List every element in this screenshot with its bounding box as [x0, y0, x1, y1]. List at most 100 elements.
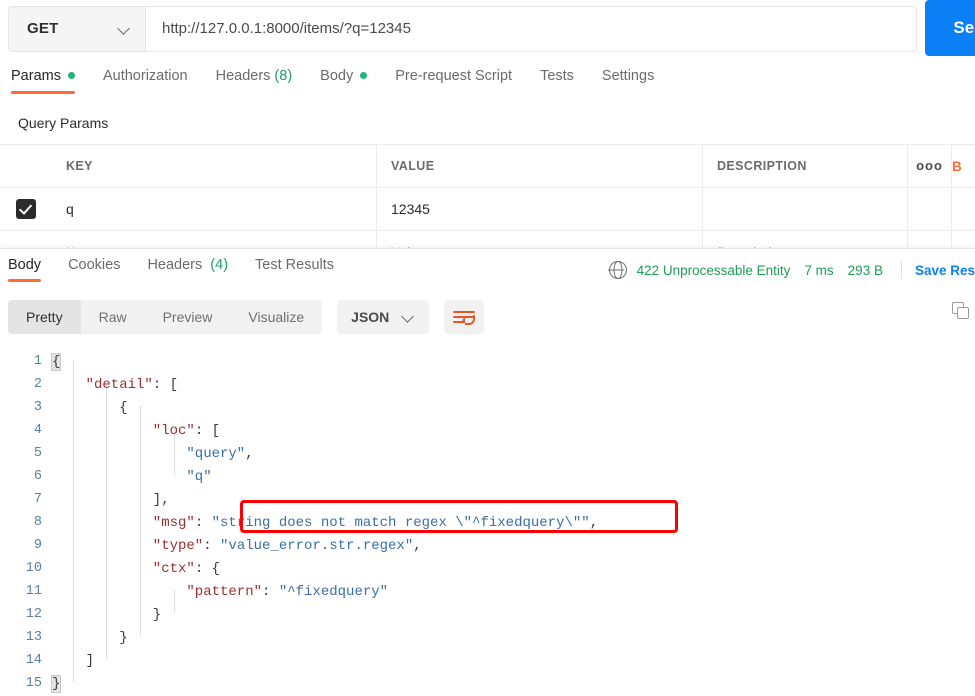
divider [900, 261, 902, 279]
code-token: "value_error.str.regex" [220, 537, 414, 554]
code-line-text: "msg": "string does not match regex \"^f… [52, 515, 598, 531]
response-tab-cookies-label: Cookies [68, 257, 121, 273]
tab-settings[interactable]: Settings [602, 68, 654, 102]
checkbox-checked-icon [16, 199, 36, 219]
bulk-edit-label: B [952, 158, 963, 174]
response-tab-headers[interactable]: Headers (4) [147, 257, 228, 287]
code-token: } [119, 629, 128, 646]
code-token: "^fixedquery" [278, 583, 389, 600]
response-tab-test-results[interactable]: Test Results [255, 257, 334, 287]
column-options-button[interactable]: ooo [908, 145, 952, 187]
row-bulk-cell [952, 188, 975, 230]
http-method-selector[interactable]: GET [8, 5, 145, 52]
code-line-text: "query", [52, 445, 254, 462]
tab-pre-request-script[interactable]: Pre-request Script [395, 68, 512, 102]
view-mode-raw[interactable]: Raw [81, 300, 145, 334]
tab-params[interactable]: Params [11, 68, 75, 102]
response-tab-cookies[interactable]: Cookies [68, 257, 120, 287]
header-checkbox-cell [0, 145, 52, 187]
unsaved-dot-icon [67, 72, 75, 79]
line-number: 8 [33, 515, 42, 530]
code-line-text: } [50, 674, 62, 693]
code-line-text: ] [52, 653, 94, 669]
tab-headers-count: (8) [274, 68, 293, 84]
wrap-icon-line-1 [453, 311, 476, 313]
line-number: 11 [25, 584, 42, 599]
line-number: 7 [33, 492, 42, 507]
code-token: : [ [194, 422, 221, 439]
line-number: 10 [25, 561, 42, 576]
response-body-code[interactable]: 1{2 "detail": [3{4 "loc": [5 "query", 6 "q" 7]… [0, 350, 975, 696]
row-description-input[interactable] [703, 188, 908, 230]
response-tab-body[interactable]: Body [8, 257, 42, 287]
code-token: : [ [152, 376, 179, 393]
code-token: "string does not match regex \"^fixedque… [211, 514, 590, 531]
view-mode-pretty[interactable]: Pretty [8, 300, 81, 334]
globe-icon [608, 261, 627, 279]
code-token: "loc" [152, 422, 195, 439]
postman-window: GET http://127.0.0.1:8000/items/?q=12345… [0, 0, 975, 696]
code-token: : [262, 583, 279, 600]
line-number: 4 [33, 423, 42, 438]
row-value-input[interactable]: 12345 [377, 188, 703, 230]
line-number: 6 [33, 469, 42, 484]
code-line: 8 "msg": "string does not match regex \"^… [0, 511, 975, 534]
view-mode-visualize[interactable]: Visualize [230, 300, 322, 334]
code-token: "msg" [152, 514, 195, 531]
code-token: : [203, 537, 221, 554]
code-line-text: { [50, 352, 62, 371]
line-number: 15 [25, 676, 42, 691]
code-token: "pattern" [186, 583, 263, 600]
table-header-row: KEY VALUE DESCRIPTION ooo B [0, 145, 975, 188]
line-number: 1 [33, 354, 42, 369]
table-row: q 12345 [0, 188, 975, 231]
tab-authorization[interactable]: Authorization [103, 68, 188, 102]
save-response-button[interactable]: Save Res [915, 263, 975, 278]
column-header-value: VALUE [377, 145, 703, 187]
tab-body-label: Body [320, 68, 354, 84]
code-line-text: "ctx": { [52, 561, 220, 577]
url-input[interactable]: http://127.0.0.1:8000/items/?q=12345 [145, 5, 917, 52]
view-mode-preview[interactable]: Preview [145, 300, 231, 334]
code-line: 11 "pattern": "^fixedquery" [0, 580, 975, 603]
row-enabled-checkbox[interactable] [0, 188, 52, 230]
tab-tests[interactable]: Tests [540, 68, 574, 102]
code-token: : { [194, 560, 221, 577]
line-number: 3 [33, 400, 42, 415]
code-line: 3{ [0, 396, 975, 419]
bulk-edit-link[interactable]: B [952, 145, 975, 187]
response-view-toolbar: Pretty Raw Preview Visualize JSON [8, 300, 485, 334]
tab-params-label: Params [11, 68, 61, 84]
tab-pre-request-script-label: Pre-request Script [395, 68, 513, 84]
column-header-key: KEY [52, 145, 377, 187]
code-line-text: "type": "value_error.str.regex", [52, 538, 422, 554]
code-token: : [194, 514, 212, 531]
code-token: { [50, 352, 62, 371]
http-method-label: GET [27, 20, 59, 37]
row-key-input[interactable]: q [52, 188, 377, 230]
code-line: 6 "q" [0, 465, 975, 488]
code-line: 12} [0, 603, 975, 626]
code-line: 1{ [0, 350, 975, 373]
code-line: 9 "type": "value_error.str.regex", [0, 534, 975, 557]
column-header-description: DESCRIPTION [703, 145, 908, 187]
tab-body[interactable]: Body [320, 68, 368, 102]
send-button[interactable]: Sen [925, 0, 975, 56]
code-line-text: "detail": [ [52, 377, 178, 393]
code-token: } [152, 606, 162, 623]
word-wrap-toggle[interactable] [444, 300, 485, 334]
tab-tests-label: Tests [540, 68, 574, 84]
response-size: 293 B [847, 262, 883, 278]
code-line: 15} [0, 672, 975, 695]
code-line-text: "pattern": "^fixedquery" [52, 584, 388, 600]
code-line-text: } [52, 629, 128, 646]
code-line-text: } [52, 607, 161, 623]
code-line: 5 "query", [0, 442, 975, 465]
copy-icon[interactable] [952, 302, 970, 320]
code-line-text: { [52, 400, 127, 416]
code-line: 4 "loc": [ [0, 419, 975, 442]
tab-headers[interactable]: Headers (8) [216, 68, 293, 102]
response-format-selector[interactable]: JSON [337, 300, 430, 334]
code-token: , [245, 445, 254, 462]
response-active-underline [8, 279, 42, 282]
